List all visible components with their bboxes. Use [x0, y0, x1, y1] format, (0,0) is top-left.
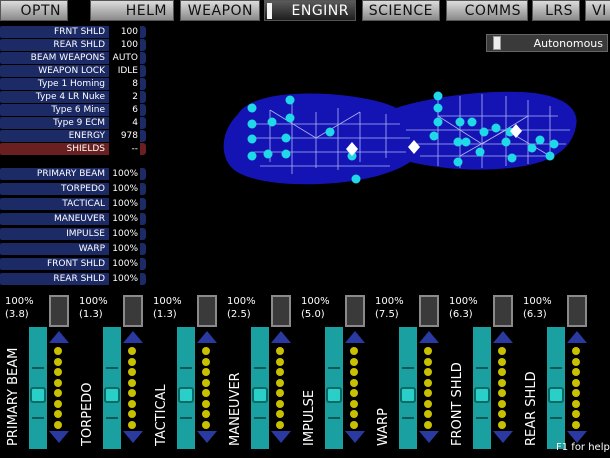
coolant-level-dots [202, 347, 212, 431]
tab-lrs[interactable]: LRS [532, 0, 580, 21]
tab-enginr[interactable]: ENGINR [264, 0, 356, 21]
power-slider-track[interactable] [399, 327, 417, 449]
health-row-rear-shield: REAR SHLD 100% [0, 273, 146, 285]
status-row-type4-nuke: Type 4 LR Nuke 2 [0, 91, 146, 103]
power-slider-knob[interactable] [326, 387, 342, 403]
power-control-warp: 100% (7.5) WARP [375, 293, 445, 453]
power-slider-track[interactable] [103, 327, 121, 449]
tab-helm[interactable]: HELM [90, 0, 174, 21]
coolant-up-arrow-icon[interactable] [271, 331, 291, 343]
power-slider-track[interactable] [251, 327, 269, 449]
coolant-box [345, 295, 365, 327]
power-control-front-shield: 100% (6.3) FRONT SHLD [449, 293, 519, 453]
autonomous-toggle[interactable]: Autonomous [486, 34, 608, 52]
status-row-shields: SHIELDS -- [0, 143, 146, 155]
tab-science[interactable]: SCIENCE [362, 0, 440, 21]
coolant-up-arrow-icon[interactable] [493, 331, 513, 343]
power-control-rear-shield: 100% (6.3) REAR SHLD [523, 293, 593, 453]
health-row-primary-beam: PRIMARY BEAM 100% [0, 168, 146, 180]
power-slider-track[interactable] [325, 327, 343, 449]
status-row-energy: ENERGY 978 [0, 130, 146, 142]
status-row-beam-weapons: BEAM WEAPONS AUTO [0, 52, 146, 64]
ship-schematic [223, 91, 577, 185]
coolant-level-dots [498, 347, 508, 431]
health-row-warp: WARP 100% [0, 243, 146, 255]
power-control-impulse: 100% (5.0) IMPULSE [301, 293, 371, 453]
power-slider-knob[interactable] [548, 387, 564, 403]
power-control-tactical: 100% (1.3) TACTICAL [153, 293, 223, 453]
power-slider-track[interactable] [473, 327, 491, 449]
coolant-down-arrow-icon[interactable] [271, 431, 291, 443]
toggle-knob[interactable] [493, 36, 501, 50]
coolant-up-arrow-icon[interactable] [567, 331, 587, 343]
status-row-type9-ecm: Type 9 ECM 4 [0, 117, 146, 129]
status-row-rear-shield: REAR SHLD 100 [0, 39, 146, 51]
coolant-level-dots [54, 347, 64, 431]
health-row-front-shield: FRONT SHLD 100% [0, 258, 146, 270]
coolant-box [197, 295, 217, 327]
coolant-up-arrow-icon[interactable] [345, 331, 365, 343]
coolant-box [419, 295, 439, 327]
coolant-box [493, 295, 513, 327]
health-row-impulse: IMPULSE 100% [0, 228, 146, 240]
station-tabs: OPTN HELM WEAPON ENGINR SCIENCE COMMS LR… [0, 0, 610, 22]
power-slider-knob[interactable] [474, 387, 490, 403]
power-control-maneuver: 100% (2.5) MANEUVER [227, 293, 297, 453]
power-control-primary-beam: 100% (3.8) PRIMARY BEAM [5, 293, 75, 453]
coolant-level-dots [350, 347, 360, 431]
coolant-up-arrow-icon[interactable] [49, 331, 69, 343]
tab-optn[interactable]: OPTN [0, 0, 68, 21]
status-row-type6-mine: Type 6 Mine 6 [0, 104, 146, 116]
coolant-level-dots [424, 347, 434, 431]
tab-comms[interactable]: COMMS [446, 0, 528, 21]
selected-tab-marker [267, 3, 272, 19]
coolant-level-dots [276, 347, 286, 431]
coolant-down-arrow-icon[interactable] [419, 431, 439, 443]
health-row-maneuver: MANEUVER 100% [0, 213, 146, 225]
tab-weapon[interactable]: WEAPON [180, 0, 260, 21]
coolant-down-arrow-icon[interactable] [197, 431, 217, 443]
coolant-level-dots [572, 347, 582, 431]
coolant-box [567, 295, 587, 327]
status-row-weapon-lock: WEAPON LOCK IDLE [0, 65, 146, 77]
status-row-front-shield: FRNT SHLD 100 [0, 26, 146, 38]
coolant-level-dots [128, 347, 138, 431]
coolant-down-arrow-icon[interactable] [123, 431, 143, 443]
health-row-torpedo: TORPEDO 100% [0, 183, 146, 195]
coolant-box [49, 295, 69, 327]
coolant-down-arrow-icon[interactable] [345, 431, 365, 443]
coolant-up-arrow-icon[interactable] [197, 331, 217, 343]
coolant-box [271, 295, 291, 327]
power-slider-knob[interactable] [104, 387, 120, 403]
power-slider-track[interactable] [547, 327, 565, 449]
power-slider-track[interactable] [177, 327, 195, 449]
health-row-tactical: TACTICAL 100% [0, 198, 146, 210]
coolant-down-arrow-icon[interactable] [493, 431, 513, 443]
coolant-down-arrow-icon[interactable] [49, 431, 69, 443]
power-slider-knob[interactable] [400, 387, 416, 403]
power-slider-knob[interactable] [178, 387, 194, 403]
status-row-type1-homing: Type 1 Homing 8 [0, 78, 146, 90]
coolant-up-arrow-icon[interactable] [419, 331, 439, 343]
power-slider-track[interactable] [29, 327, 47, 449]
power-slider-knob[interactable] [252, 387, 268, 403]
coolant-up-arrow-icon[interactable] [123, 331, 143, 343]
power-control-torpedo: 100% (1.3) TORPEDO [79, 293, 149, 453]
coolant-box [123, 295, 143, 327]
power-slider-knob[interactable] [30, 387, 46, 403]
help-hint: F1 for help [556, 442, 610, 453]
tab-vis[interactable]: VI [585, 0, 610, 21]
